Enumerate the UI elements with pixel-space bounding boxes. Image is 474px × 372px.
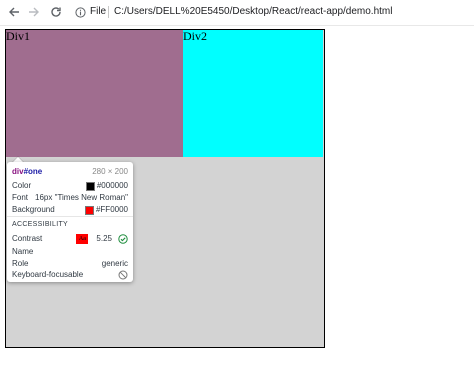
element-id: #one [23, 167, 43, 176]
keyboard-value-wrap [118, 270, 128, 280]
element-dimensions: 280 × 200 [92, 167, 128, 176]
inspect-tooltip: div#one 280 × 200 Color #000000 Font 16p… [7, 162, 133, 282]
contrast-row: Contrast Aa 5.25 [12, 234, 128, 244]
background-value: #FF0000 [95, 205, 128, 214]
contrast-value-wrap: Aa 5.25 [76, 234, 128, 244]
role-label: Role [12, 259, 29, 268]
tooltip-divider [7, 216, 133, 217]
color-swatch [85, 181, 95, 191]
div-two: Div2 [183, 30, 323, 157]
element-tag: div [12, 167, 24, 176]
font-value: 16px "Times New Roman" [35, 193, 128, 202]
contrast-value: 5.25 [96, 234, 112, 243]
color-value-wrap: #000000 [85, 181, 128, 191]
reload-icon[interactable] [48, 4, 64, 20]
keyboard-label: Keyboard-focusable [12, 270, 84, 279]
contrast-sample: Aa [76, 234, 89, 244]
role-value: generic [101, 259, 128, 268]
tooltip-header: div#one 280 × 200 [12, 167, 128, 177]
div1-text: Div1 [6, 29, 30, 43]
font-label: Font [12, 193, 29, 202]
font-row: Font 16px "Times New Roman" [12, 193, 128, 203]
info-icon[interactable] [73, 5, 87, 19]
color-label: Color [12, 181, 32, 190]
color-row: Color #000000 [12, 181, 128, 191]
div-one: Div1 [6, 30, 183, 157]
background-value-wrap: #FF0000 [84, 205, 128, 215]
element-selector: div#one [12, 167, 42, 177]
name-label: Name [12, 247, 34, 256]
no-entry-icon [118, 270, 128, 280]
check-circle-icon [118, 234, 128, 244]
contrast-label: Contrast [12, 234, 43, 243]
div2-text: Div2 [183, 29, 207, 43]
keyboard-row: Keyboard-focusable [12, 270, 128, 280]
color-value: #000000 [96, 181, 128, 190]
address-bar-url[interactable]: C:/Users/DELL%20E5450/Desktop/React/reac… [114, 6, 392, 18]
background-row: Background #FF0000 [12, 205, 128, 215]
role-row: Role generic [12, 259, 128, 269]
browser-toolbar: File C:/Users/DELL%20E5450/Desktop/React… [0, 0, 474, 26]
omnibox-separator [108, 6, 109, 18]
background-label: Background [12, 205, 55, 214]
accessibility-heading: ACCESSIBILITY [12, 221, 69, 228]
forward-arrow-icon[interactable] [26, 4, 42, 20]
name-row: Name [12, 247, 128, 257]
background-swatch [84, 205, 94, 215]
back-arrow-icon[interactable] [6, 4, 22, 20]
file-scheme-label[interactable]: File [90, 6, 106, 18]
